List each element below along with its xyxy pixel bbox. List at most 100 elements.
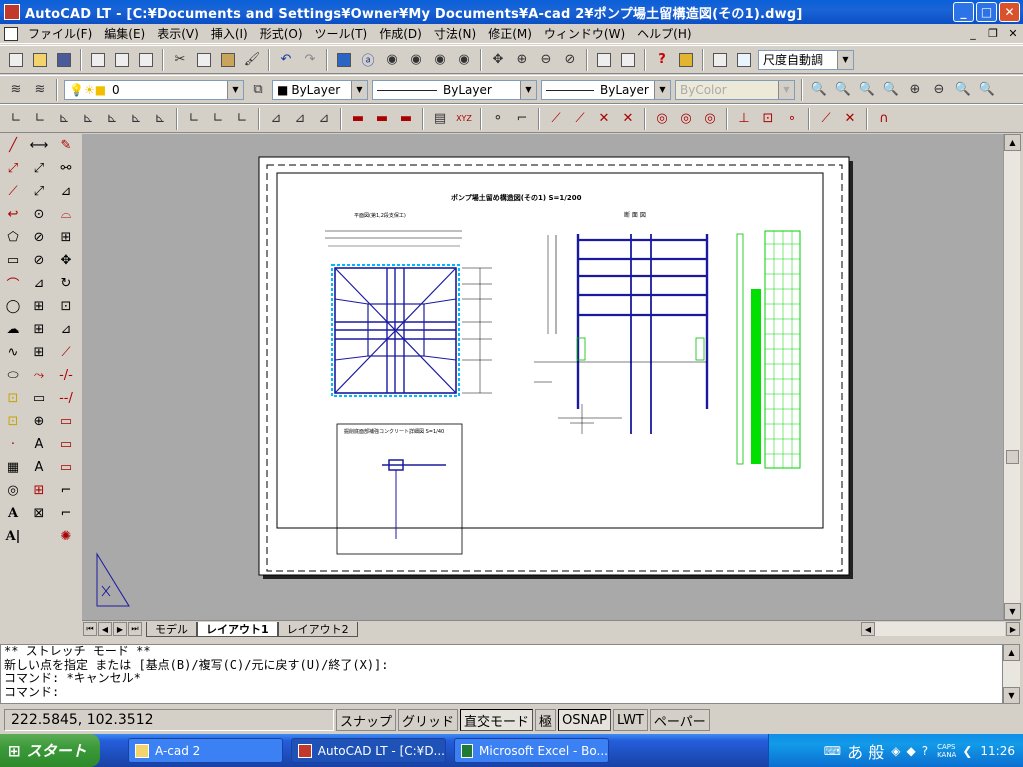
hscroll-right-icon[interactable]: ▶ [1006,622,1020,636]
dim-diameter-icon[interactable]: ⊘ [27,226,51,249]
break-point-icon[interactable]: ▭ [54,410,78,433]
dim-linear-icon[interactable]: ⟷ [27,134,51,157]
dim-quick-icon[interactable]: ⊞ [27,341,51,364]
join-icon[interactable]: ▭ [54,456,78,479]
rectangle-icon[interactable]: ▭ [1,249,25,272]
spline-icon[interactable]: ∿ [1,341,25,364]
circle-icon[interactable]: ◯ [1,295,25,318]
polar-toggle[interactable]: 極 [535,709,557,731]
xline-icon[interactable]: ⤢ [1,157,25,180]
start-button[interactable]: ⊞ スタート [0,734,100,767]
zoom-all-icon[interactable]: 🔍 [952,79,974,101]
zoom-center-icon[interactable]: 🔍 [880,79,902,101]
zoom-in-icon[interactable]: ⊕ [904,79,926,101]
dim-baseline-icon[interactable]: ⊞ [27,295,51,318]
tab-next-icon[interactable]: ▶ [113,622,127,636]
break-icon[interactable]: ▭ [54,433,78,456]
menu-insert[interactable]: 挿入(I) [205,25,254,42]
center-mark-icon[interactable]: ⊿ [289,108,311,130]
erase-icon[interactable]: ✎ [54,134,78,157]
menu-window[interactable]: ウィンドウ(W) [538,25,631,42]
new-file-icon[interactable] [5,49,27,71]
fillet-icon[interactable]: ⌐ [54,502,78,525]
print-preview-icon[interactable] [111,49,133,71]
command-scrollbar[interactable]: ▲ ▼ [1003,644,1020,704]
vertical-scroll-thumb[interactable] [1006,450,1019,464]
help-icon[interactable]: ? [651,49,673,71]
angular-dim-icon[interactable]: ⊾ [125,108,147,130]
insert-block-icon[interactable]: ⊡ [1,387,25,410]
dim-tolerance-icon[interactable]: ▭ [27,387,51,410]
dim-angular-icon[interactable]: ⊿ [27,272,51,295]
dim-aligned-icon[interactable]: ⤢ [27,180,51,203]
line-icon[interactable]: ╱ [1,134,25,157]
layer-manager-icon[interactable]: ≋ [5,79,27,101]
menu-format[interactable]: 形式(O) [254,25,309,42]
hatch-icon[interactable]: ▦ [1,456,25,479]
menu-modify[interactable]: 修正(M) [482,25,538,42]
lineweight-combo[interactable]: ―――― ByLayer ▼ [541,79,671,100]
dim-centermark-icon[interactable]: ⊕ [27,410,51,433]
dimscale-combo[interactable]: 尺度自動調 ▼ [758,49,854,70]
taskbar-excel[interactable]: Microsoft Excel - Bo... [454,738,609,763]
ime-indicator[interactable]: あ 般 [847,739,884,763]
osnap-quadrant-icon[interactable]: ◎ [675,108,697,130]
osnap-node-icon[interactable]: ∘ [781,108,803,130]
properties-icon[interactable]: ◉ [429,49,451,71]
layer-previous-icon[interactable]: ≋ [29,79,51,101]
osnap-nearest-icon[interactable]: ⟋ [815,108,837,130]
menu-view[interactable]: 表示(V) [151,25,205,42]
radius-dim-icon[interactable]: ⊾ [77,108,99,130]
redo-icon[interactable]: ↷ [299,49,321,71]
osnap-settings-icon[interactable]: ∩ [873,108,895,130]
tab-model[interactable]: モデル [146,621,197,637]
tray-help-icon[interactable]: ? [922,744,928,758]
osnap-intersection-icon[interactable]: ✕ [593,108,615,130]
aligned-dim-icon[interactable]: ∟ [29,108,51,130]
zoom-window-icon-2[interactable]: 🔍 [808,79,830,101]
copy-object-icon[interactable]: ⚯ [54,157,78,180]
zoom-previous-icon[interactable]: ⊘ [559,49,581,71]
continue-dim-icon[interactable]: ∟ [207,108,229,130]
menu-file[interactable]: ファイル(F) [22,25,98,42]
tab-layout1[interactable]: レイアウト1 [197,621,278,637]
chamfer-icon[interactable]: ⌐ [54,479,78,502]
tolerance-icon[interactable]: ⊿ [265,108,287,130]
osnap-endpoint-icon[interactable]: ⟋ [545,108,567,130]
tool-palette-icon[interactable]: ◉ [405,49,427,71]
tray-tool-icon[interactable]: ◆ [906,744,915,758]
command-window[interactable]: ** ストレッチ モード ** 新しい点を指定 または [基点(B)/複写(C)/… [0,644,1003,704]
osnap-tangent-icon[interactable]: ◎ [699,108,721,130]
save-icon[interactable] [53,49,75,71]
menu-dimension[interactable]: 寸法(N) [428,25,482,42]
cmd-scroll-down-icon[interactable]: ▼ [1003,687,1020,704]
dim-style-left-icon[interactable]: ⊠ [27,502,51,525]
markup-icon[interactable]: ◉ [453,49,475,71]
zoom-dynamic-icon[interactable]: 🔍 [832,79,854,101]
coordinate-display[interactable]: 222.5845, 102.3512 [4,709,334,731]
dim-edit-left-icon[interactable]: A [27,433,51,456]
trim-icon[interactable]: -/- [54,364,78,387]
move-icon[interactable]: ✥ [54,249,78,272]
array-icon[interactable]: ⊞ [54,226,78,249]
hscroll-left-icon[interactable]: ◀ [861,622,875,636]
dim-edit-icon[interactable]: ⊿ [313,108,335,130]
osnap-center-icon[interactable]: ◎ [651,108,673,130]
tab-prev-icon[interactable]: ◀ [98,622,112,636]
ortho-toggle[interactable]: 直交モード [460,709,534,731]
copy-icon[interactable] [193,49,215,71]
dim-continue-icon[interactable]: ⊞ [27,318,51,341]
dtext-icon[interactable]: A| [1,525,25,548]
zoom-window-icon[interactable]: ⊖ [535,49,557,71]
scroll-up-arrow-icon[interactable]: ▲ [1004,134,1021,151]
vertical-scrollbar[interactable]: ▲ ▼ [1003,134,1021,620]
linetype-combo[interactable]: ――――― ByLayer ▼ [372,79,537,100]
osnap-temp-icon[interactable]: ⚬ [487,108,509,130]
arc-undo-icon[interactable]: ↩ [1,203,25,226]
dim-update-icon[interactable]: ▬ [347,108,369,130]
undo-icon[interactable]: ↶ [275,49,297,71]
hyperlink-icon[interactable] [333,49,355,71]
lwt-toggle[interactable]: LWT [613,709,648,731]
dim-radius-icon[interactable]: ⊙ [27,203,51,226]
tab-last-icon[interactable]: ⏭ [128,622,142,636]
